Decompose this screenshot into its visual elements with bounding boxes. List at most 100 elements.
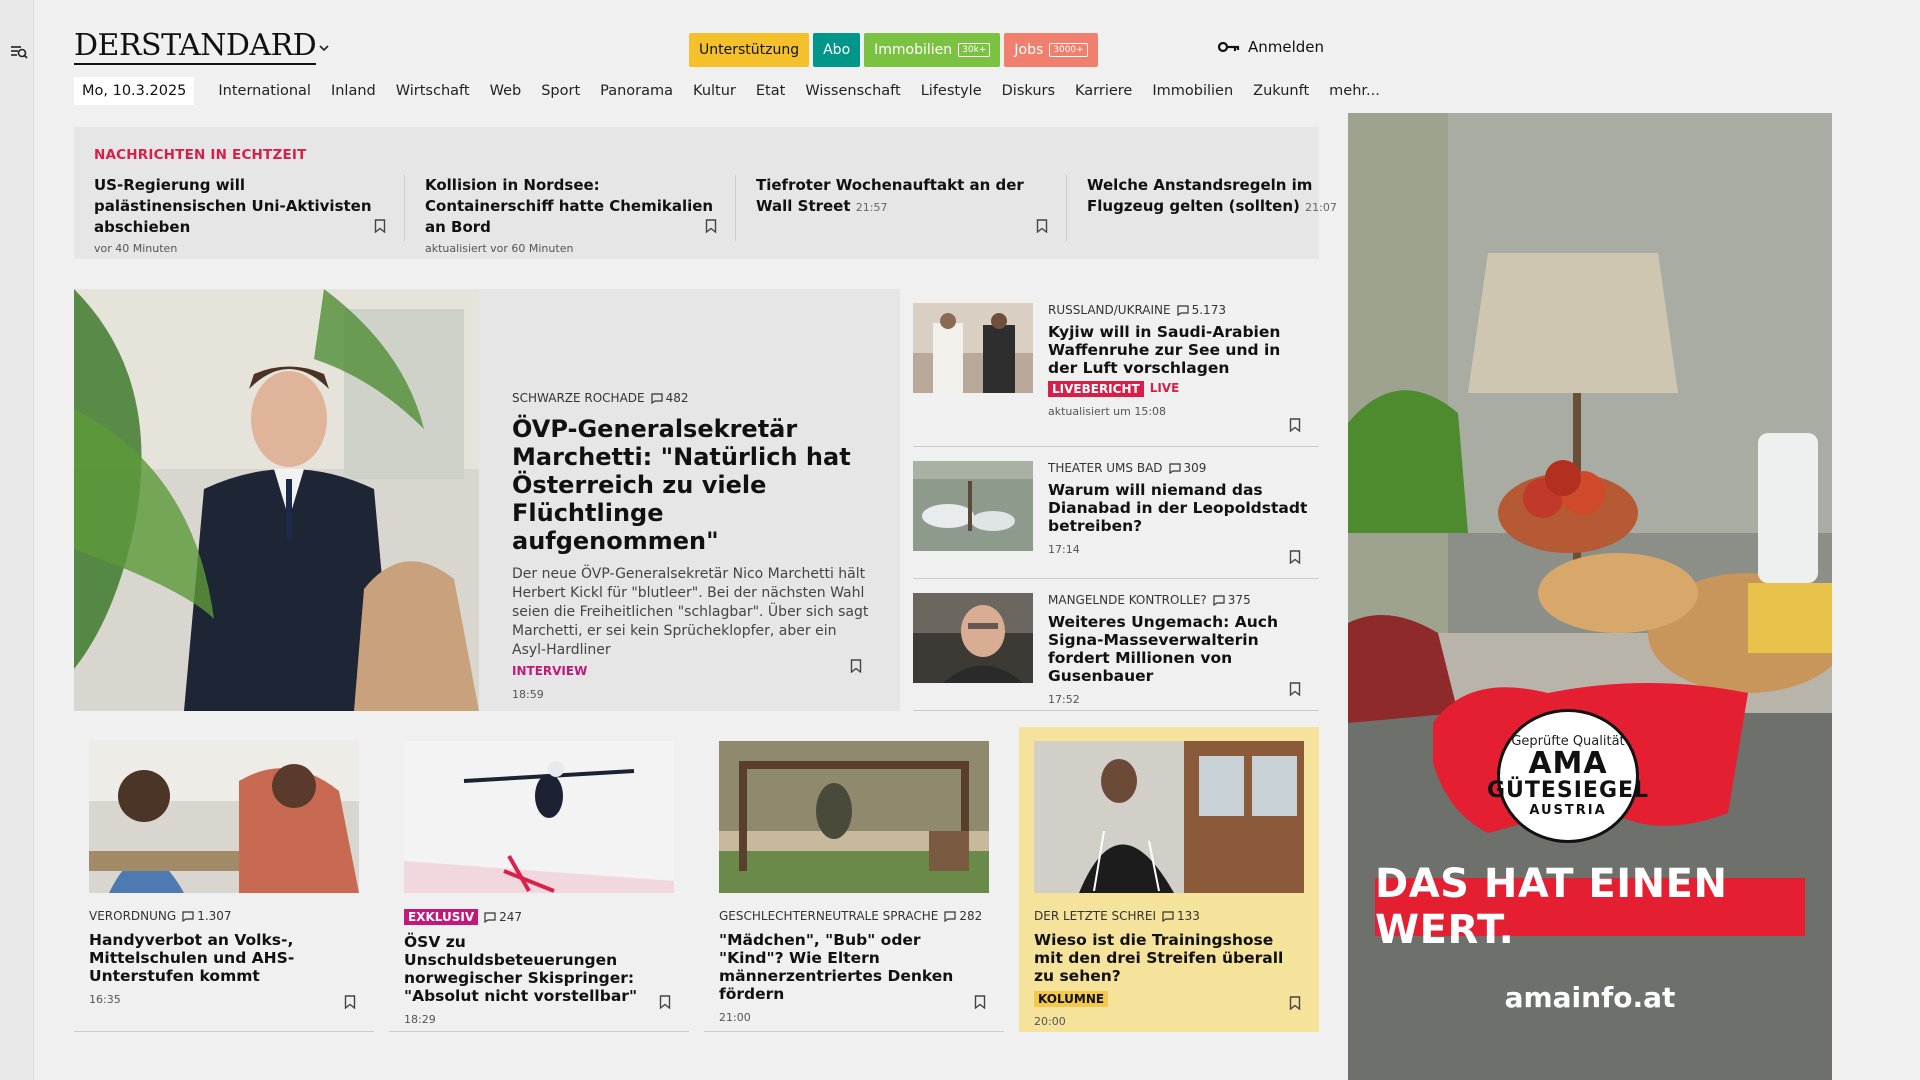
- comments-count[interactable]: 133: [1162, 909, 1200, 923]
- nav-item-immobilien[interactable]: Immobilien: [1142, 83, 1243, 99]
- article-kicker: RUSSLAND/UKRAINE: [1048, 303, 1171, 317]
- article-card[interactable]: EXKLUSIV 247 ÖSV zu Unschuldsbeteuerunge…: [389, 727, 689, 1032]
- ticker-item[interactable]: US-Regierung will palästinensischen Uni-…: [94, 175, 405, 255]
- nav-item-sport[interactable]: Sport: [531, 83, 590, 99]
- login-button[interactable]: Anmelden: [1218, 38, 1324, 56]
- side-articles: RUSSLAND/UKRAINE 5.173 Kyjiw will in Sau…: [913, 289, 1319, 711]
- article-time: aktualisiert um 15:08: [1048, 405, 1167, 418]
- immobilien-button[interactable]: Immobilien 30k+: [864, 33, 1001, 67]
- comment-icon: [1168, 462, 1181, 474]
- immobilien-badge: 30k+: [958, 43, 991, 57]
- ticker-headline[interactable]: Kollision in Nordsee: Containerschiff ha…: [425, 176, 713, 236]
- site-logo[interactable]: DERSTANDARD: [74, 28, 317, 65]
- nav-item-kultur[interactable]: Kultur: [683, 83, 746, 99]
- chevron-down-icon[interactable]: [319, 43, 329, 53]
- hero-title[interactable]: ÖVP-Generalsekretär Marchetti: "Natürlic…: [512, 415, 872, 555]
- article-image[interactable]: [719, 741, 989, 893]
- comments-count[interactable]: 282: [944, 909, 982, 923]
- article-time: 16:35: [89, 993, 121, 1006]
- comments-count[interactable]: 1.307: [182, 909, 232, 923]
- hero-tag: INTERVIEW: [512, 664, 588, 678]
- comment-icon: [484, 911, 496, 923]
- article-kicker: GESCHLECHTERNEUTRALE SPRACHE: [719, 909, 939, 923]
- support-button[interactable]: Unterstützung: [689, 33, 810, 67]
- search-menu-icon[interactable]: [10, 44, 28, 60]
- article-title[interactable]: "Mädchen", "Bub" oder "Kind"? Wie Eltern…: [719, 931, 989, 1003]
- nav-item-web[interactable]: Web: [480, 83, 532, 99]
- hero-image[interactable]: [74, 289, 479, 711]
- comment-icon: [182, 910, 194, 922]
- nav-item-panorama[interactable]: Panorama: [590, 83, 683, 99]
- nav-item-wirtschaft[interactable]: Wirtschaft: [386, 83, 480, 99]
- bookmark-icon[interactable]: [344, 995, 356, 1009]
- nav-item-more[interactable]: mehr...: [1319, 83, 1390, 99]
- nav-item-diskurs[interactable]: Diskurs: [992, 83, 1065, 99]
- article-card-kolumne[interactable]: DER LETZTE SCHREI 133 Wieso ist die Trai…: [1019, 727, 1319, 1032]
- left-rail: [0, 0, 34, 1080]
- bookmark-icon[interactable]: [1289, 996, 1301, 1010]
- bookmark-icon[interactable]: [1289, 682, 1301, 696]
- ticker-item[interactable]: Kollision in Nordsee: Containerschiff ha…: [425, 175, 736, 255]
- ticker-meta: vor 40 Minuten: [94, 242, 178, 255]
- bookmark-icon[interactable]: [1036, 219, 1048, 233]
- list-item[interactable]: MANGELNDE KONTROLLE? 375 Weiteres Ungema…: [913, 579, 1319, 711]
- bookmark-icon[interactable]: [659, 995, 671, 1009]
- list-item[interactable]: THEATER UMS BAD 309 Warum will niemand d…: [913, 447, 1319, 579]
- ticker-headline[interactable]: Tiefroter Wochenauftakt an der Wall Stre…: [756, 176, 1024, 215]
- article-kicker: THEATER UMS BAD: [1048, 461, 1163, 475]
- article-title[interactable]: ÖSV zu Unschuldsbeteuerungen norwegische…: [404, 933, 674, 1005]
- nav-item-wissenschaft[interactable]: Wissenschaft: [795, 83, 910, 99]
- ama-seal: Geprüfte Qualität AMA GÜTESIEGEL AUSTRIA: [1487, 709, 1648, 843]
- article-card[interactable]: GESCHLECHTERNEUTRALE SPRACHE 282 "Mädche…: [704, 727, 1004, 1032]
- ticker-headline[interactable]: Welche Anstandsregeln im Flugzeug gelten…: [1087, 176, 1312, 215]
- bookmark-icon[interactable]: [850, 659, 862, 673]
- comment-icon: [1162, 910, 1174, 922]
- article-image[interactable]: [404, 741, 674, 893]
- ticker-item[interactable]: Tiefroter Wochenauftakt an der Wall Stre…: [756, 175, 1067, 241]
- advertisement[interactable]: Geprüfte Qualität AMA GÜTESIEGEL AUSTRIA…: [1348, 113, 1832, 1080]
- ad-url[interactable]: amainfo.at: [1348, 981, 1832, 1014]
- bookmark-icon[interactable]: [374, 219, 386, 233]
- article-title[interactable]: Handyverbot an Volks-, Mittelschulen und…: [89, 931, 359, 985]
- ticker-title: NACHRICHTEN IN ECHTZEIT: [94, 147, 307, 163]
- article-image[interactable]: [913, 593, 1033, 683]
- nav-item-zukunft[interactable]: Zukunft: [1243, 83, 1319, 99]
- hero-teaser: Der neue ÖVP-Generalsekretär Nico Marche…: [512, 566, 869, 658]
- article-image[interactable]: [913, 303, 1033, 393]
- nav-item-inland[interactable]: Inland: [321, 83, 386, 99]
- article-title[interactable]: Weiteres Ungemach: Auch Signa-Masseverwa…: [1048, 613, 1313, 685]
- bookmark-icon[interactable]: [1289, 550, 1301, 564]
- comments-count[interactable]: 482: [651, 391, 689, 405]
- nav-item-lifestyle[interactable]: Lifestyle: [911, 83, 992, 99]
- article-time: 21:00: [719, 1011, 751, 1024]
- nav-item-etat[interactable]: Etat: [746, 83, 795, 99]
- article-image[interactable]: [913, 461, 1033, 551]
- bookmark-icon[interactable]: [1289, 418, 1301, 432]
- ticker-time: 21:57: [855, 201, 888, 214]
- ticker-headline[interactable]: US-Regierung will palästinensischen Uni-…: [94, 176, 372, 236]
- article-title[interactable]: Warum will niemand das Dianabad in der L…: [1048, 481, 1313, 535]
- article-title[interactable]: Wieso ist die Trainingshose mit den drei…: [1034, 931, 1304, 985]
- main-nav: Mo, 10.3.2025 International Inland Wirts…: [74, 77, 1390, 105]
- comments-count[interactable]: 309: [1168, 461, 1206, 475]
- article-card[interactable]: VERORDNUNG 1.307 Handyverbot an Volks-, …: [74, 727, 374, 1032]
- comments-count[interactable]: 5.173: [1177, 303, 1226, 317]
- jobs-badge: 3000+: [1049, 43, 1088, 57]
- article-image[interactable]: [89, 741, 359, 893]
- list-item[interactable]: RUSSLAND/UKRAINE 5.173 Kyjiw will in Sau…: [913, 289, 1319, 447]
- comments-count[interactable]: 247: [484, 910, 522, 924]
- bookmark-icon[interactable]: [705, 219, 717, 233]
- article-time: 20:00: [1034, 1015, 1066, 1028]
- key-icon: [1218, 41, 1240, 53]
- article-title[interactable]: Kyjiw will in Saudi-Arabien Waffenruhe z…: [1048, 323, 1313, 377]
- abo-button[interactable]: Abo: [813, 33, 861, 67]
- comment-icon: [1213, 594, 1225, 606]
- article-image[interactable]: [1034, 741, 1304, 893]
- nav-item-international[interactable]: International: [208, 83, 321, 99]
- jobs-button[interactable]: Jobs 3000+: [1004, 33, 1098, 67]
- hero-article[interactable]: SCHWARZE ROCHADE 482 ÖVP-Generalsekretär…: [74, 289, 900, 711]
- bookmark-icon[interactable]: [974, 995, 986, 1009]
- comments-count[interactable]: 375: [1213, 593, 1251, 607]
- article-grid: VERORDNUNG 1.307 Handyverbot an Volks-, …: [74, 727, 1319, 1032]
- nav-item-karriere[interactable]: Karriere: [1065, 83, 1142, 99]
